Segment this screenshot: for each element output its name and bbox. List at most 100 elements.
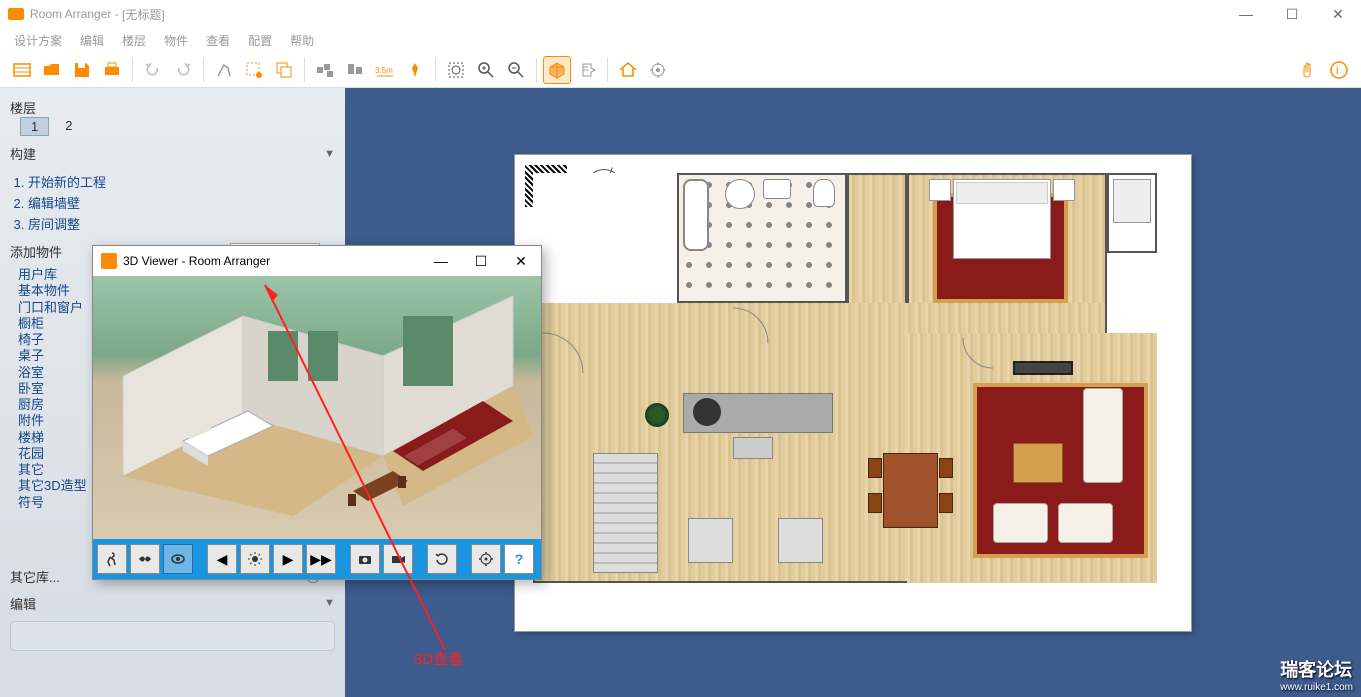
dining-chair-2[interactable] (868, 493, 882, 513)
camera-button[interactable] (350, 544, 380, 574)
viewer-window[interactable]: 3D Viewer - Room Arranger — ☐ ✕ (92, 245, 542, 580)
menu-edit[interactable]: 编辑 (72, 30, 112, 51)
storage-2[interactable] (778, 518, 823, 563)
print-button[interactable] (98, 56, 126, 84)
menu-object[interactable]: 物件 (156, 30, 196, 51)
select-button[interactable] (240, 56, 268, 84)
viewer-3d-scene (93, 276, 541, 539)
viewer-app-icon (101, 253, 117, 269)
viewer-settings-button[interactable] (471, 544, 501, 574)
toolbar: 3.5m i (0, 52, 1361, 88)
toolbar-sep-6 (607, 58, 608, 82)
view-3d-button[interactable] (543, 56, 571, 84)
nightstand-right[interactable] (1053, 179, 1075, 201)
menu-design[interactable]: 设计方案 (6, 30, 70, 51)
sink[interactable] (763, 179, 791, 199)
video-button[interactable] (383, 544, 413, 574)
build-step-new[interactable]: 开始新的工程 (28, 171, 335, 192)
toilet[interactable] (813, 179, 835, 207)
build-step-walls[interactable]: 编辑墙壁 (28, 192, 335, 213)
plant[interactable] (645, 403, 669, 427)
fly-button[interactable] (130, 544, 160, 574)
dining-chair-1[interactable] (868, 458, 882, 478)
play-button[interactable]: ▶ (273, 544, 303, 574)
open-button[interactable] (38, 56, 66, 84)
viewer-titlebar[interactable]: 3D Viewer - Room Arranger — ☐ ✕ (93, 246, 541, 276)
floor-tab-1[interactable]: 1 (20, 117, 49, 136)
view-props-button[interactable] (573, 56, 601, 84)
minimize-button[interactable]: — (1223, 0, 1269, 28)
svg-text:i: i (1336, 63, 1339, 77)
nightstand-left[interactable] (929, 179, 951, 201)
edit-header[interactable]: 编辑 ▼ (10, 590, 335, 617)
storage-1[interactable] (688, 518, 733, 563)
viewer-toolbar: ◀ ▶ ▶▶ ? (93, 539, 541, 579)
pin-button[interactable] (401, 56, 429, 84)
armchair-1[interactable] (993, 503, 1048, 543)
bed[interactable] (953, 179, 1051, 259)
wall-button[interactable] (210, 56, 238, 84)
dining-table[interactable] (883, 453, 938, 528)
copy-button[interactable] (270, 56, 298, 84)
close-button[interactable]: ✕ (1315, 0, 1361, 28)
tv[interactable] (1013, 361, 1073, 375)
home-button[interactable] (614, 56, 642, 84)
toolbar-sep-4 (435, 58, 436, 82)
build-step-rooms[interactable]: 房间调整 (28, 213, 335, 234)
new-button[interactable] (8, 56, 36, 84)
floor-tab-2[interactable]: 2 (55, 117, 82, 136)
redo-button[interactable] (169, 56, 197, 84)
toolbar-sep-5 (536, 58, 537, 82)
dining-chair-3[interactable] (939, 458, 953, 478)
viewer-close-button[interactable]: ✕ (501, 246, 541, 276)
refresh-button[interactable] (427, 544, 457, 574)
stove[interactable] (693, 398, 721, 426)
kitchen-sink[interactable] (733, 437, 773, 459)
floorplan-page (515, 155, 1191, 631)
coffee-table[interactable] (1013, 443, 1063, 483)
menu-floor[interactable]: 楼层 (114, 30, 154, 51)
look-button[interactable] (163, 544, 193, 574)
floorplan[interactable] (533, 173, 1173, 613)
fast-button[interactable]: ▶▶ (306, 544, 336, 574)
zoom-out-button[interactable] (502, 56, 530, 84)
viewer-minimize-button[interactable]: — (421, 246, 461, 276)
viewer-maximize-button[interactable]: ☐ (461, 246, 501, 276)
zoom-fit-button[interactable] (442, 56, 470, 84)
sofa-1[interactable] (1083, 388, 1123, 483)
bathtub[interactable] (683, 179, 709, 251)
floor-section: 楼层 1 2 (10, 94, 335, 140)
viewer-viewport[interactable] (93, 276, 541, 539)
save-button[interactable] (68, 56, 96, 84)
group-button[interactable] (311, 56, 339, 84)
menu-config[interactable]: 配置 (240, 30, 280, 51)
light-button[interactable] (240, 544, 270, 574)
dining-chair-4[interactable] (939, 493, 953, 513)
zoom-in-button[interactable] (472, 56, 500, 84)
chevron-down-icon: ▼ (324, 148, 335, 160)
wardrobe[interactable] (1113, 179, 1151, 223)
menu-view[interactable]: 查看 (198, 30, 238, 51)
measure-button[interactable]: 3.5m (371, 56, 399, 84)
toolbar-sep-1 (132, 58, 133, 82)
armchair-2[interactable] (1058, 503, 1113, 543)
prev-button[interactable]: ◀ (207, 544, 237, 574)
svg-text:3.5m: 3.5m (375, 66, 393, 75)
settings-button[interactable] (644, 56, 672, 84)
shower[interactable] (725, 179, 755, 209)
stairs[interactable] (593, 453, 658, 573)
menu-help[interactable]: 帮助 (282, 30, 322, 51)
toolbar-sep-2 (203, 58, 204, 82)
floor-label: 楼层 (10, 101, 36, 116)
maximize-button[interactable]: ☐ (1269, 0, 1315, 28)
hand-button[interactable] (1293, 56, 1321, 84)
doc-name: [无标题] (122, 6, 165, 23)
info-button[interactable]: i (1325, 56, 1353, 84)
viewer-help-button[interactable]: ? (504, 544, 534, 574)
align-button[interactable] (341, 56, 369, 84)
undo-button[interactable] (139, 56, 167, 84)
walk-button[interactable] (97, 544, 127, 574)
menubar: 设计方案 编辑 楼层 物件 查看 配置 帮助 (0, 28, 1361, 52)
build-header[interactable]: 构建 ▼ (10, 140, 335, 167)
edit-panel (10, 621, 335, 651)
